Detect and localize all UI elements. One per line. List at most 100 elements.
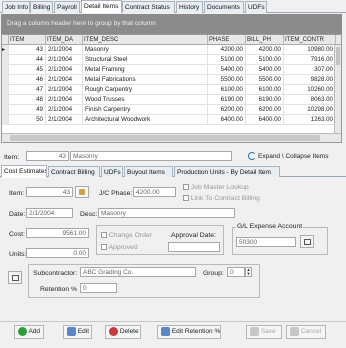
table-cell[interactable]: Metal Framing bbox=[83, 65, 208, 75]
table-cell[interactable]: 49 bbox=[9, 105, 46, 115]
table-row[interactable]: 45 2/1/2004 Metal Framing 5400.00 5400.00 307… bbox=[2, 65, 341, 75]
table-row[interactable]: 49 2/1/2004 Finish Carpentry 6200.00 6200.00… bbox=[2, 105, 341, 115]
jc-phase-field[interactable]: 4200.00 bbox=[133, 187, 176, 197]
row-indicator[interactable] bbox=[2, 105, 9, 115]
table-cell[interactable]: Metal Fabrications bbox=[83, 75, 208, 85]
edit-retention-button[interactable]: Edit Retention % bbox=[157, 325, 221, 339]
subtab-cost-estimates[interactable]: Cost Estimates bbox=[1, 165, 47, 178]
hscroll-thumb[interactable] bbox=[10, 135, 320, 141]
table-cell[interactable]: 2/1/2004 bbox=[46, 105, 83, 115]
table-cell[interactable]: 6190.00 bbox=[208, 95, 246, 105]
approval-date-field[interactable] bbox=[168, 242, 220, 252]
subtab-udfs[interactable]: UDFs bbox=[101, 166, 123, 177]
table-cell[interactable]: 2/1/2004 bbox=[46, 45, 83, 55]
tab-job-info[interactable]: Job Info bbox=[2, 1, 30, 13]
table-cell[interactable]: 2/1/2004 bbox=[46, 75, 83, 85]
tab-documents[interactable]: Documents bbox=[204, 1, 244, 13]
table-cell[interactable]: 6100.00 bbox=[246, 85, 284, 95]
table-cell[interactable]: 6400.00 bbox=[208, 115, 246, 125]
table-cell[interactable]: 7916.00 bbox=[284, 55, 336, 65]
table-cell[interactable]: 5500.00 bbox=[208, 75, 246, 85]
table-cell[interactable]: 6100.00 bbox=[208, 85, 246, 95]
expand-collapse-button[interactable]: Expand \ Collapse Items bbox=[248, 151, 344, 163]
edit-button[interactable]: Edit bbox=[63, 325, 92, 339]
table-cell[interactable]: 10260.00 bbox=[284, 85, 336, 95]
table-cell[interactable]: 5100.00 bbox=[208, 55, 246, 65]
table-cell[interactable]: 2/1/2004 bbox=[46, 115, 83, 125]
table-cell[interactable]: 9828.00 bbox=[284, 75, 336, 85]
table-row[interactable]: 44 2/1/2004 Structural Steel 5100.00 5100.00… bbox=[2, 55, 341, 65]
subcontractor-field[interactable]: ABC Grading Co. bbox=[80, 267, 196, 277]
table-cell[interactable]: 4200.00 bbox=[246, 45, 284, 55]
table-row[interactable]: 50 2/1/2004 Architectural Woodwork 6400.00 6… bbox=[2, 115, 341, 125]
table-cell[interactable]: 43 bbox=[9, 45, 46, 55]
subcontractor-lookup-button[interactable] bbox=[8, 271, 22, 284]
table-cell[interactable]: 307.00 bbox=[284, 65, 336, 75]
tab-payroll[interactable]: Payroll bbox=[54, 1, 80, 13]
column-header-item-date[interactable]: ITEM_DA bbox=[46, 35, 83, 45]
table-cell[interactable]: 1263.00 bbox=[284, 115, 336, 125]
table-cell[interactable]: 44 bbox=[9, 55, 46, 65]
row-indicator[interactable] bbox=[2, 95, 9, 105]
column-header-phase[interactable]: PHASE bbox=[208, 35, 246, 45]
subtab-buyout-items[interactable]: Buyout Items bbox=[124, 166, 173, 177]
retention-field[interactable]: 0 bbox=[80, 283, 117, 293]
cost-field[interactable]: 9561.00 bbox=[26, 228, 89, 238]
table-cell[interactable]: 2/1/2004 bbox=[46, 85, 83, 95]
row-indicator[interactable]: ▸ bbox=[2, 45, 9, 55]
row-indicator[interactable] bbox=[2, 115, 9, 125]
table-cell[interactable]: 6200.00 bbox=[208, 105, 246, 115]
table-cell[interactable]: 2/1/2004 bbox=[46, 55, 83, 65]
save-button[interactable]: Save bbox=[246, 325, 282, 339]
change-order-checkbox[interactable]: Change Order bbox=[101, 232, 152, 239]
table-row[interactable]: 48 2/1/2004 Wood Trusses 6190.00 6190.00 8063… bbox=[2, 95, 341, 105]
table-cell[interactable]: 47 bbox=[9, 85, 46, 95]
tab-udfs[interactable]: UDFs bbox=[245, 1, 267, 13]
table-cell[interactable]: 5400.00 bbox=[208, 65, 246, 75]
table-cell[interactable]: 8063.00 bbox=[284, 95, 336, 105]
subtab-contract-billing[interactable]: Contract Billing bbox=[48, 166, 100, 177]
table-cell[interactable]: 6400.00 bbox=[246, 115, 284, 125]
gl-lookup-button[interactable] bbox=[300, 235, 314, 248]
table-cell[interactable]: 6200.00 bbox=[246, 105, 284, 115]
job-master-lookup-checkbox[interactable]: Job Master Lookup bbox=[183, 184, 249, 191]
row-indicator[interactable] bbox=[2, 55, 9, 65]
table-cell[interactable]: 48 bbox=[9, 95, 46, 105]
cancel-button[interactable]: Cancel bbox=[286, 325, 326, 339]
table-row[interactable]: 47 2/1/2004 Rough Carpentry 6100.00 6100.00 1… bbox=[2, 85, 341, 95]
table-cell[interactable]: 2/1/2004 bbox=[46, 65, 83, 75]
group-spinner[interactable]: ▲ ▼ bbox=[245, 267, 252, 277]
approved-checkbox[interactable]: Approved bbox=[101, 244, 138, 251]
detail-items-grid[interactable]: ITEM ITEM_DA ITEM_DESC PHASE BILL_PH ITE… bbox=[1, 34, 342, 143]
row-indicator[interactable] bbox=[2, 85, 9, 95]
add-button[interactable]: Add bbox=[14, 325, 44, 339]
row-indicator[interactable] bbox=[2, 75, 9, 85]
desc-field[interactable]: Masonry bbox=[98, 208, 235, 218]
grid-horizontal-scrollbar[interactable] bbox=[2, 133, 341, 142]
table-row[interactable]: ▸ 43 2/1/2004 Masonry 4200.00 4200.00 10980.00 bbox=[2, 45, 341, 55]
table-cell[interactable]: 10980.00 bbox=[284, 45, 336, 55]
grid-vertical-scrollbar[interactable] bbox=[334, 45, 341, 134]
tab-history[interactable]: History bbox=[176, 1, 203, 13]
table-cell[interactable]: Wood Trusses bbox=[83, 95, 208, 105]
row-indicator[interactable] bbox=[2, 65, 9, 75]
group-by-area[interactable]: Drag a column header here to group by th… bbox=[1, 14, 342, 34]
table-cell[interactable]: 5400.00 bbox=[246, 65, 284, 75]
table-cell[interactable]: 5100.00 bbox=[246, 55, 284, 65]
table-cell[interactable]: 2/1/2004 bbox=[46, 95, 83, 105]
date-field[interactable]: 2/1/2004 bbox=[26, 208, 73, 218]
tab-detail-items[interactable]: Detail Items bbox=[81, 0, 122, 13]
table-cell[interactable]: 5500.00 bbox=[246, 75, 284, 85]
table-cell[interactable]: Structural Steel bbox=[83, 55, 208, 65]
table-cell[interactable]: 46 bbox=[9, 75, 46, 85]
table-row[interactable]: 46 2/1/2004 Metal Fabrications 5500.00 5500.… bbox=[2, 75, 341, 85]
table-cell[interactable]: 4200.00 bbox=[208, 45, 246, 55]
group-field[interactable]: 0 bbox=[227, 267, 245, 277]
column-header-bill-phase[interactable]: BILL_PH bbox=[246, 35, 284, 45]
subtab-production-units[interactable]: Production Units - By Detail Item bbox=[174, 166, 280, 177]
table-cell[interactable]: Rough Carpentry bbox=[83, 85, 208, 95]
tab-billing[interactable]: Billing bbox=[30, 1, 53, 13]
units-field[interactable]: 0.00 bbox=[26, 248, 89, 258]
column-header-item-desc[interactable]: ITEM_DESC bbox=[83, 35, 208, 45]
link-contract-billing-checkbox[interactable]: Link To Contract Billing bbox=[183, 195, 260, 202]
